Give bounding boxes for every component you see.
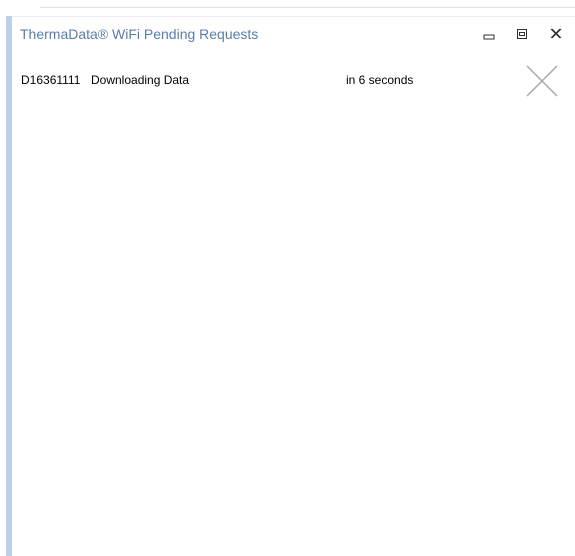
window-title: ThermaData® WiFi Pending Requests — [20, 26, 259, 42]
pending-requests-window: ThermaData® WiFi Pending Requests D16361… — [12, 16, 575, 556]
close-icon — [550, 28, 562, 39]
desktop-background — [0, 0, 575, 16]
requests-list: D16361111 Downloading Data in 6 seconds — [12, 49, 575, 556]
maximize-button[interactable] — [512, 25, 532, 43]
minimize-icon — [483, 34, 495, 40]
minimize-button[interactable] — [479, 25, 499, 43]
underlying-window-edge — [40, 7, 575, 8]
cancel-request-button[interactable] — [524, 63, 560, 99]
close-button[interactable] — [546, 25, 566, 43]
request-row: D16361111 Downloading Data in 6 seconds — [12, 49, 575, 113]
maximize-icon — [517, 29, 527, 39]
cancel-x-icon — [526, 65, 558, 97]
title-bar[interactable]: ThermaData® WiFi Pending Requests — [12, 16, 575, 49]
request-time: in 6 seconds — [346, 73, 414, 87]
device-id: D16361111 — [21, 73, 81, 87]
screen: ThermaData® WiFi Pending Requests D16361… — [0, 0, 575, 556]
request-status: Downloading Data — [91, 73, 190, 87]
